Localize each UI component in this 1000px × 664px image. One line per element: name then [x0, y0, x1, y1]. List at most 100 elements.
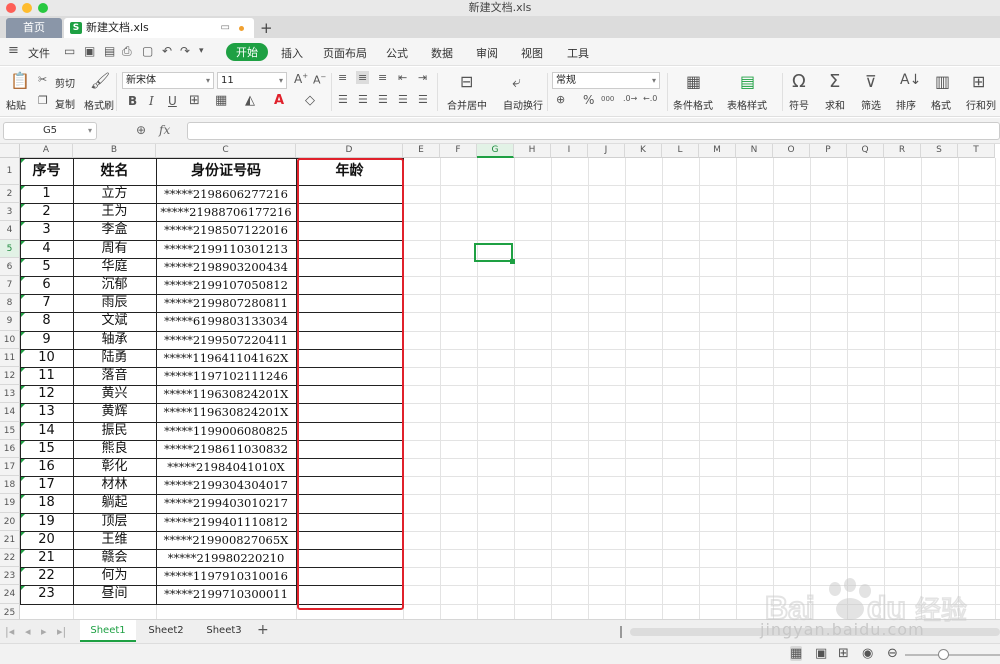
table-cell[interactable]: *****119641104162X: [156, 349, 296, 367]
paste-icon[interactable]: 📋: [10, 71, 30, 90]
menu-tools[interactable]: 工具: [567, 45, 589, 61]
copy-button[interactable]: 复制: [55, 96, 75, 111]
table-cell[interactable]: 16: [20, 458, 73, 476]
table-cell[interactable]: [296, 458, 403, 476]
align-center-icon[interactable]: ☰: [358, 93, 368, 106]
row-header-9[interactable]: 9: [0, 312, 20, 331]
table-cell[interactable]: 文斌: [73, 312, 156, 330]
open-folder-icon[interactable]: ▭: [64, 44, 75, 58]
currency-icon[interactable]: ⊕: [556, 93, 565, 106]
conditional-format-icon[interactable]: ▦: [686, 72, 701, 91]
sheet-tab-3[interactable]: Sheet3: [196, 620, 252, 642]
table-cell[interactable]: 何为: [73, 567, 156, 585]
conditional-format-button[interactable]: 条件格式: [673, 97, 713, 112]
table-style-icon[interactable]: ▤: [740, 72, 755, 91]
font-name-select[interactable]: 新宋体 ▾: [122, 72, 214, 89]
filter-icon[interactable]: ⊽: [865, 72, 877, 91]
table-cell[interactable]: 立方: [73, 185, 156, 203]
table-header-cell[interactable]: 身份证号码: [156, 158, 296, 185]
table-cell[interactable]: [296, 349, 403, 367]
table-cell[interactable]: 熊良: [73, 440, 156, 458]
table-cell[interactable]: [296, 585, 403, 603]
last-sheet-icon[interactable]: ▸|: [57, 625, 66, 638]
menu-data[interactable]: 数据: [431, 45, 453, 61]
hamburger-icon[interactable]: ≡: [8, 43, 19, 58]
menu-review[interactable]: 审阅: [476, 45, 498, 61]
sheet-grid[interactable]: ABCDEFGHIJKLMNOPQRST 1 2 3 4 5 6 7 8 9 10 11 12 13 14…: [0, 144, 1000, 619]
table-cell[interactable]: *****2199304304017: [156, 476, 296, 494]
table-cell[interactable]: *****2199107050812: [156, 276, 296, 294]
distributed-icon[interactable]: ☰: [418, 93, 428, 106]
symbol-icon[interactable]: Ω: [792, 71, 806, 92]
formula-input[interactable]: [187, 122, 1000, 140]
table-cell[interactable]: [296, 240, 403, 258]
table-cell[interactable]: [296, 185, 403, 203]
table-cell[interactable]: *****2199807280811: [156, 294, 296, 312]
row-header-25[interactable]: 25: [0, 603, 20, 619]
table-cell[interactable]: 轴承: [73, 331, 156, 349]
sheet-tab-2[interactable]: Sheet2: [138, 620, 194, 642]
column-header-r[interactable]: R: [884, 144, 921, 158]
thousands-button[interactable]: 000: [601, 95, 614, 103]
table-cell[interactable]: [296, 549, 403, 567]
table-cell[interactable]: [296, 403, 403, 421]
table-cell[interactable]: *****219900827065X: [156, 531, 296, 549]
column-header-n[interactable]: N: [736, 144, 773, 158]
table-cell[interactable]: *****2199507220411: [156, 331, 296, 349]
column-header-m[interactable]: M: [699, 144, 736, 158]
row-header-2[interactable]: 2: [0, 185, 20, 204]
table-cell[interactable]: 落音: [73, 367, 156, 385]
first-sheet-icon[interactable]: |◂: [5, 625, 14, 638]
sort-button[interactable]: 排序: [896, 97, 916, 112]
fill-handle[interactable]: [510, 259, 515, 264]
table-cell[interactable]: 13: [20, 403, 73, 421]
table-cell[interactable]: [296, 494, 403, 512]
increase-decimal-icon[interactable]: .0→: [623, 94, 637, 103]
table-cell[interactable]: 2: [20, 203, 73, 221]
format-painter-button[interactable]: 格式刷: [84, 97, 114, 112]
table-cell[interactable]: 7: [20, 294, 73, 312]
format-button[interactable]: 格式: [931, 97, 951, 112]
zoom-icon[interactable]: ⊕: [136, 123, 146, 137]
row-header-6[interactable]: 6: [0, 257, 20, 276]
name-box[interactable]: G5 ▾: [3, 122, 97, 140]
row-header-15[interactable]: 15: [0, 421, 20, 440]
table-cell[interactable]: *****1197102111246: [156, 367, 296, 385]
align-right-icon[interactable]: ☰: [378, 93, 388, 106]
fx-icon[interactable]: fx: [159, 123, 170, 137]
scroll-split-handle[interactable]: [620, 626, 622, 638]
menu-insert[interactable]: 插入: [281, 45, 303, 61]
row-header-12[interactable]: 12: [0, 367, 20, 386]
home-tab[interactable]: 首页: [6, 18, 62, 38]
table-cell[interactable]: 5: [20, 258, 73, 276]
table-cell[interactable]: 赣会: [73, 549, 156, 567]
table-cell[interactable]: 14: [20, 422, 73, 440]
underline-button[interactable]: U: [168, 94, 177, 108]
table-cell[interactable]: 12: [20, 385, 73, 403]
copy-icon[interactable]: ❐: [38, 94, 48, 107]
next-sheet-icon[interactable]: ▸: [41, 625, 47, 638]
close-window-button[interactable]: [6, 3, 16, 13]
column-header-h[interactable]: H: [514, 144, 551, 158]
window-icon[interactable]: ▭: [221, 18, 230, 38]
align-top-icon[interactable]: ≡: [338, 71, 347, 84]
table-cell[interactable]: [296, 276, 403, 294]
table-cell[interactable]: 17: [20, 476, 73, 494]
table-cell[interactable]: 9: [20, 331, 73, 349]
print-icon[interactable]: ⎙: [122, 44, 132, 59]
table-cell[interactable]: 8: [20, 312, 73, 330]
table-cell[interactable]: *****219980220210: [156, 549, 296, 567]
table-cell[interactable]: *****2198903200434: [156, 258, 296, 276]
normal-view-icon[interactable]: ▦: [790, 646, 803, 661]
row-header-13[interactable]: 13: [0, 385, 20, 404]
filter-button[interactable]: 筛选: [861, 97, 881, 112]
document-tab[interactable]: S 新建文档.xls ▭: [64, 18, 254, 38]
table-cell[interactable]: 1: [20, 185, 73, 203]
table-cell[interactable]: [296, 221, 403, 239]
merge-center-button[interactable]: 合并居中: [447, 97, 487, 112]
table-cell[interactable]: [296, 531, 403, 549]
table-cell[interactable]: *****21988706177216: [156, 203, 296, 221]
border-icon[interactable]: ⊞: [189, 93, 200, 108]
menu-view[interactable]: 视图: [521, 45, 543, 61]
table-cell[interactable]: 顶层: [73, 513, 156, 531]
